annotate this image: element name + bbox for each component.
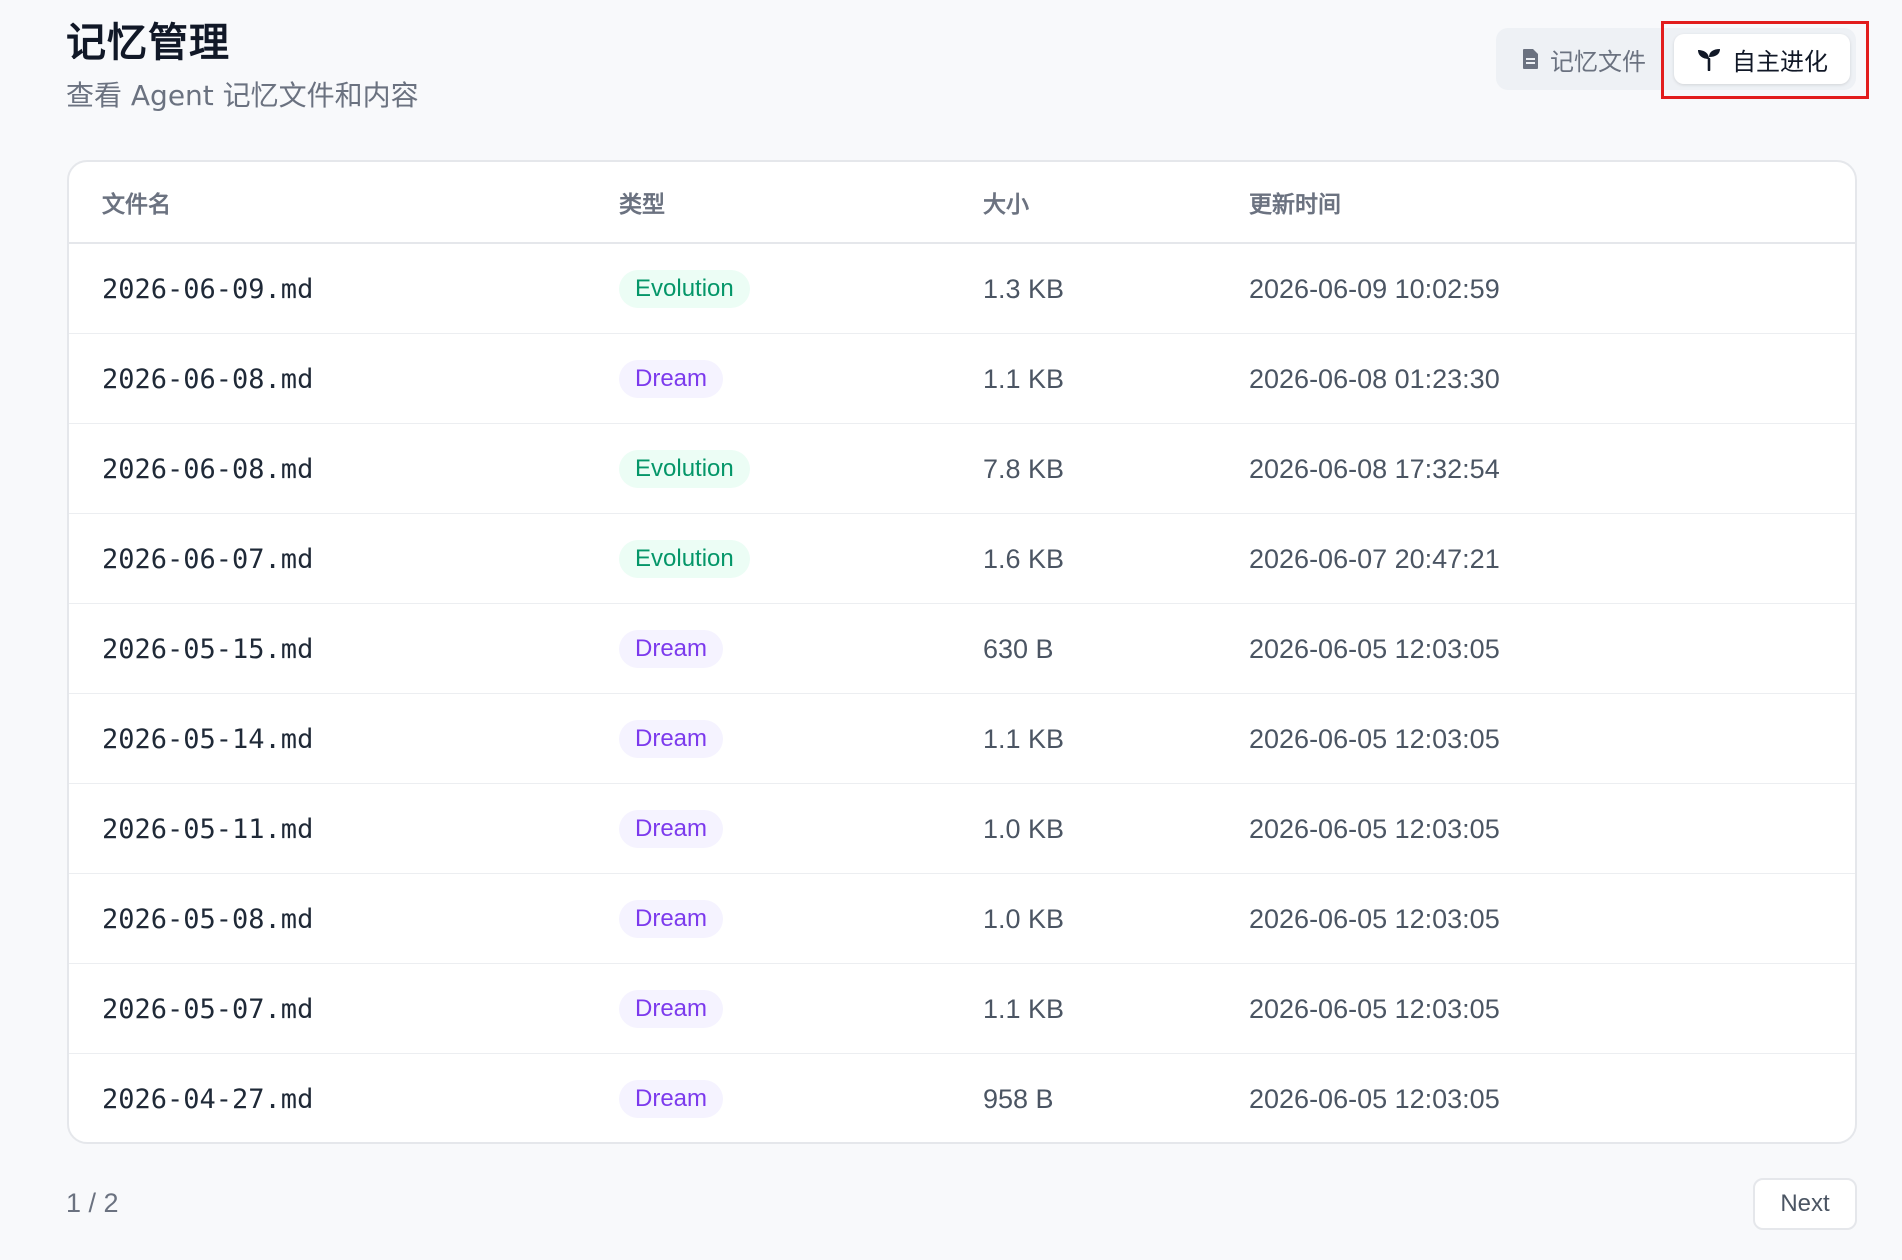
file-size: 1.3 KB xyxy=(983,273,1065,304)
type-badge: Dream xyxy=(619,720,724,758)
updated-time: 2026-06-05 12:03:05 xyxy=(1249,723,1500,754)
type-badge: Evolution xyxy=(619,270,750,308)
updated-time: 2026-06-07 20:47:21 xyxy=(1249,543,1500,574)
file-name[interactable]: 2026-05-15.md xyxy=(102,604,313,694)
file-size: 958 B xyxy=(983,1083,1054,1114)
file-size: 1.6 KB xyxy=(983,543,1065,574)
table-row[interactable]: 2026-06-08.md Evolution 7.8 KB 2026-06-08 1… xyxy=(69,424,1855,514)
page-subtitle: 查看 Agent 记忆文件和内容 xyxy=(66,79,419,112)
type-badge: Dream xyxy=(619,900,724,938)
type-badge: Dream xyxy=(619,630,724,668)
file-name[interactable]: 2026-06-09.md xyxy=(102,244,313,334)
updated-time: 2026-06-09 10:02:59 xyxy=(1249,273,1500,304)
type-cell: Evolution xyxy=(619,514,750,604)
type-cell: Evolution xyxy=(619,424,750,514)
table-row[interactable]: 2026-06-08.md Dream 1.1 KB 2026-06-08 01:23… xyxy=(69,334,1855,424)
memory-files-table: 文件名 类型 大小 更新时间 2026-06-09.md Evolution 1.3… xyxy=(67,160,1857,1144)
file-name[interactable]: 2026-05-08.md xyxy=(102,874,313,964)
type-cell: Dream xyxy=(619,604,724,694)
file-name[interactable]: 2026-06-08.md xyxy=(102,334,313,424)
file-name[interactable]: 2026-05-11.md xyxy=(102,784,313,874)
view-switcher: 记忆文件 自主进化 xyxy=(1496,28,1856,90)
document-icon xyxy=(1523,49,1538,69)
table-row[interactable]: 2026-05-11.md Dream 1.0 KB 2026-06-05 12:03… xyxy=(69,784,1855,874)
updated-time: 2026-06-05 12:03:05 xyxy=(1249,993,1500,1024)
sprout-icon xyxy=(1698,49,1720,71)
type-badge: Evolution xyxy=(619,450,750,488)
type-cell: Dream xyxy=(619,874,724,964)
updated-time: 2026-06-08 01:23:30 xyxy=(1249,363,1500,394)
table-row[interactable]: 2026-05-07.md Dream 1.1 KB 2026-06-05 12:03… xyxy=(69,964,1855,1054)
table-row[interactable]: 2026-06-09.md Evolution 1.3 KB 2026-06-09 1… xyxy=(69,244,1855,334)
updated-time: 2026-06-05 12:03:05 xyxy=(1249,903,1500,934)
file-name[interactable]: 2026-06-08.md xyxy=(102,424,313,514)
type-cell: Dream xyxy=(619,1054,724,1142)
page-title: 记忆管理 xyxy=(66,20,230,66)
table-row[interactable]: 2026-05-08.md Dream 1.0 KB 2026-06-05 12:03… xyxy=(69,874,1855,964)
file-name[interactable]: 2026-05-14.md xyxy=(102,694,313,784)
table-row[interactable]: 2026-06-07.md Evolution 1.6 KB 2026-06-07 2… xyxy=(69,514,1855,604)
column-header-size[interactable]: 大小 xyxy=(983,162,1029,242)
next-page-button[interactable]: Next xyxy=(1753,1178,1857,1230)
table-row[interactable]: 2026-05-14.md Dream 1.1 KB 2026-06-05 12:03… xyxy=(69,694,1855,784)
type-badge: Evolution xyxy=(619,540,750,578)
file-size: 630 B xyxy=(983,633,1054,664)
updated-time: 2026-06-05 12:03:05 xyxy=(1249,633,1500,664)
tab-memory-files-label: 记忆文件 xyxy=(1550,47,1646,76)
type-badge: Dream xyxy=(619,990,724,1028)
type-cell: Dream xyxy=(619,334,724,424)
type-cell: Dream xyxy=(619,694,724,784)
column-header-updated[interactable]: 更新时间 xyxy=(1249,162,1341,242)
tab-memory-files[interactable]: 记忆文件 xyxy=(1504,28,1664,90)
memory-management-page: 记忆管理 查看 Agent 记忆文件和内容 记忆文件 自主进化 文件名 类型 大… xyxy=(0,0,1902,1260)
page-indicator: 1 / 2 xyxy=(66,1188,119,1218)
type-cell: Dream xyxy=(619,964,724,1054)
file-size: 1.0 KB xyxy=(983,903,1065,934)
tab-evolution-label: 自主进化 xyxy=(1732,47,1828,76)
type-badge: Dream xyxy=(619,1080,724,1118)
file-size: 1.0 KB xyxy=(983,813,1065,844)
type-cell: Evolution xyxy=(619,244,750,334)
updated-time: 2026-06-05 12:03:05 xyxy=(1249,813,1500,844)
column-header-type[interactable]: 类型 xyxy=(619,162,665,242)
updated-time: 2026-06-05 12:03:05 xyxy=(1249,1083,1500,1114)
type-badge: Dream xyxy=(619,810,724,848)
updated-time: 2026-06-08 17:32:54 xyxy=(1249,453,1500,484)
column-header-filename[interactable]: 文件名 xyxy=(102,162,171,242)
table-header: 文件名 类型 大小 更新时间 xyxy=(69,162,1855,244)
file-name[interactable]: 2026-05-07.md xyxy=(102,964,313,1054)
tab-evolution[interactable]: 自主进化 xyxy=(1674,34,1850,84)
type-badge: Dream xyxy=(619,360,724,398)
file-name[interactable]: 2026-04-27.md xyxy=(102,1054,313,1142)
table-row[interactable]: 2026-05-15.md Dream 630 B 2026-06-05 12:03:… xyxy=(69,604,1855,694)
file-name[interactable]: 2026-06-07.md xyxy=(102,514,313,604)
file-size: 7.8 KB xyxy=(983,453,1065,484)
file-size: 1.1 KB xyxy=(983,363,1065,394)
file-size: 1.1 KB xyxy=(983,993,1065,1024)
file-size: 1.1 KB xyxy=(983,723,1065,754)
type-cell: Dream xyxy=(619,784,724,874)
table-row[interactable]: 2026-04-27.md Dream 958 B 2026-06-05 12:03:… xyxy=(69,1054,1855,1142)
